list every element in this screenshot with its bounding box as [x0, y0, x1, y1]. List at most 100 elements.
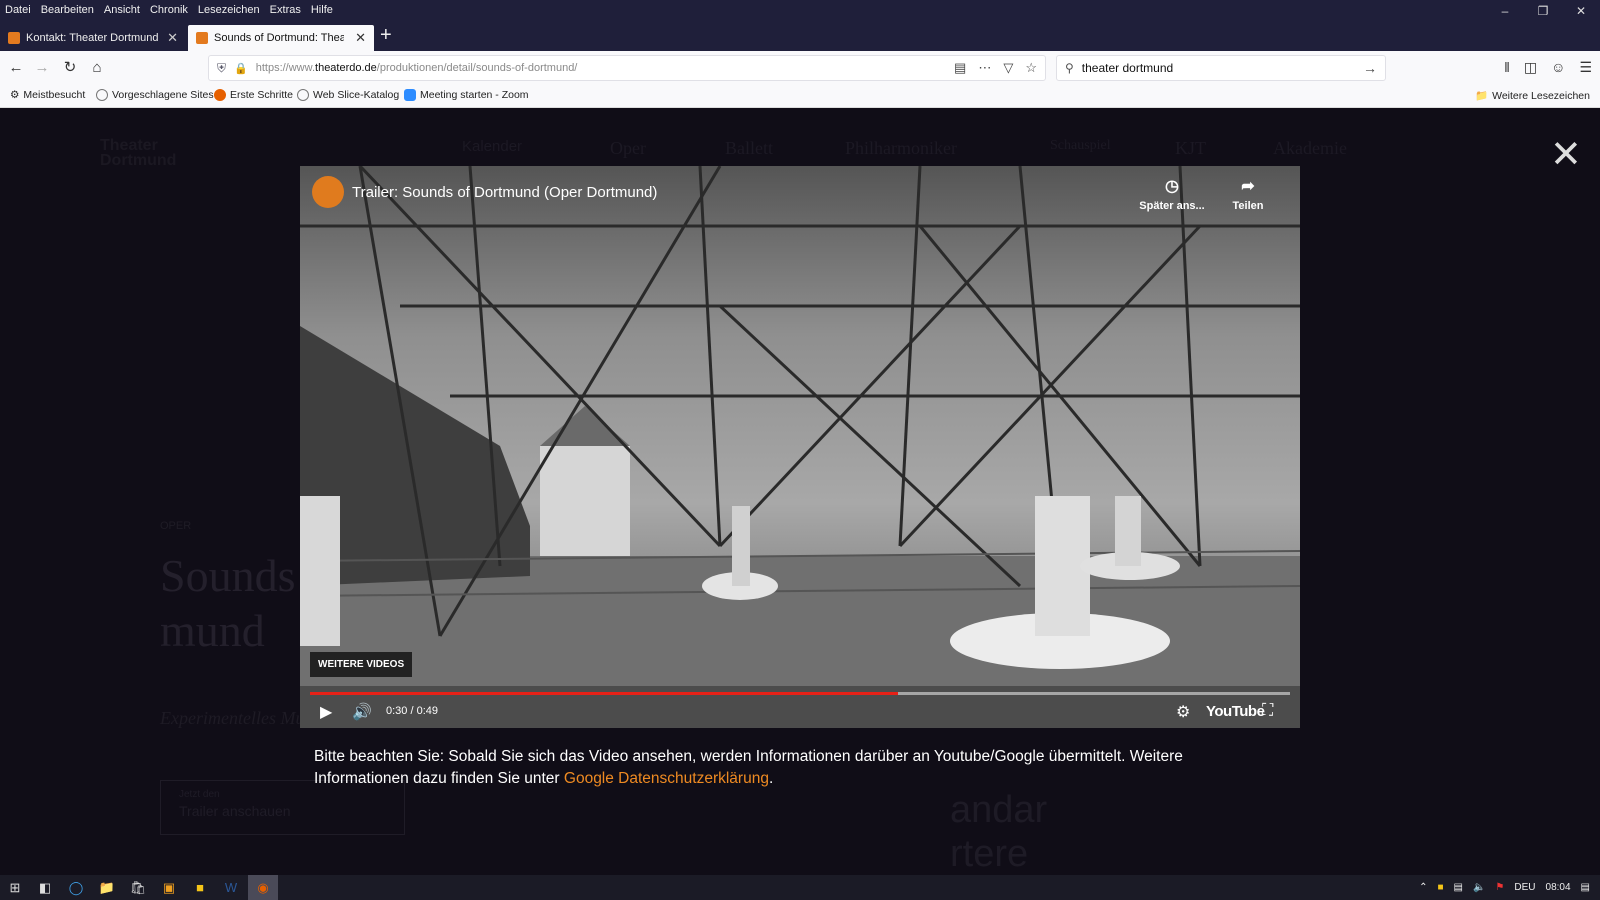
google-privacy-link[interactable]: Google Datenschutzerklärung: [564, 770, 769, 787]
nav-akademie[interactable]: Akademie: [1273, 138, 1347, 159]
tab-sounds-of-dortmund[interactable]: Sounds of Dortmund: Theater ✕: [188, 25, 374, 51]
taskbar: ⊞ ◧ ◯ 📁 🛍 ▣ ■ W ◉ ⌃ ■ ▤ 🔈 ⚑ DEU 08:04 ▤: [0, 875, 1600, 900]
bookmark-vorgeschlagene-sites[interactable]: Vorgeschlagene Sites: [96, 89, 214, 101]
nav-kjt[interactable]: KJT: [1175, 138, 1206, 159]
nav-oper[interactable]: Oper: [610, 138, 646, 159]
nav-kalender[interactable]: Kalender: [462, 138, 522, 155]
notification-icon[interactable]: ▤: [1581, 882, 1590, 893]
new-tab-icon[interactable]: +: [380, 24, 392, 47]
home-icon[interactable]: ⌂: [87, 58, 107, 78]
globe-icon: [96, 89, 108, 101]
speaker-icon[interactable]: 🔈: [1473, 882, 1485, 893]
task-view-icon[interactable]: ◧: [36, 879, 54, 897]
sidebar-icon[interactable]: ◫: [1524, 59, 1537, 76]
menu-lesezeichen[interactable]: Lesezeichen: [193, 0, 265, 20]
media-player-icon[interactable]: ▣: [160, 879, 178, 897]
video-title[interactable]: Trailer: Sounds of Dortmund (Oper Dortmu…: [352, 184, 657, 201]
close-window-icon[interactable]: ✕: [1562, 0, 1600, 22]
settings-gear-icon[interactable]: ⚙: [1176, 702, 1190, 722]
close-overlay-icon[interactable]: ✕: [1550, 132, 1582, 177]
youtube-logo[interactable]: YouTube: [1206, 703, 1265, 720]
restore-icon[interactable]: ❐: [1524, 0, 1562, 22]
menu-datei[interactable]: Datei: [0, 0, 36, 20]
channel-logo-icon[interactable]: [312, 176, 344, 208]
nav-schauspiel[interactable]: Schauspiel: [1050, 138, 1111, 154]
tray-flag-icon[interactable]: ⚑: [1495, 882, 1504, 893]
volume-icon[interactable]: 🔊: [352, 702, 372, 722]
fullscreen-icon[interactable]: ⛶: [1262, 702, 1273, 720]
search-icon: ⚲: [1065, 61, 1074, 75]
progress-bar[interactable]: [310, 692, 1290, 695]
pocket-icon[interactable]: ▽: [1003, 60, 1013, 76]
library-icon[interactable]: ‖: [1504, 59, 1510, 76]
bookmark-star-icon[interactable]: ☆: [1025, 60, 1037, 76]
tracking-shield-icon[interactable]: ⛨: [217, 61, 226, 76]
close-tab-icon[interactable]: ✕: [167, 30, 178, 46]
menu-bearbeiten[interactable]: Bearbeiten: [36, 0, 99, 20]
bookmark-zoom[interactable]: Meeting starten - Zoom: [404, 89, 529, 101]
theater-favicon-icon: [8, 32, 20, 44]
notes-app-icon[interactable]: ■: [191, 879, 209, 897]
language-indicator[interactable]: DEU: [1514, 882, 1535, 893]
search-bar[interactable]: ⚲ theater dortmund →: [1056, 55, 1386, 81]
tray-app-icon[interactable]: ■: [1437, 882, 1443, 893]
share-icon: ➦: [1241, 178, 1255, 195]
lock-icon[interactable]: 🔒: [234, 62, 248, 75]
nav-ballett[interactable]: Ballett: [725, 138, 773, 159]
clock[interactable]: 08:04: [1546, 882, 1571, 893]
nav-philharmoniker[interactable]: Philharmoniker: [845, 138, 957, 159]
url-bar[interactable]: ⛨ 🔒 https://www.theaterdo.de/produktione…: [208, 55, 1046, 81]
menu-bar: Datei Bearbeiten Ansicht Chronik Lesezei…: [0, 0, 1600, 20]
bookmark-weitere-lesezeichen[interactable]: 📁 Weitere Lesezeichen: [1475, 89, 1590, 103]
video-frame: [300, 166, 1300, 728]
file-explorer-icon[interactable]: 📁: [98, 879, 116, 897]
clock-icon: ◷: [1165, 178, 1179, 195]
search-go-icon[interactable]: →: [1363, 60, 1377, 76]
play-icon[interactable]: ▶: [320, 702, 332, 722]
window-controls: – ❐ ✕: [1486, 0, 1600, 22]
firefox-icon: [214, 89, 226, 101]
bookmark-web-slice-katalog[interactable]: Web Slice-Katalog: [297, 89, 399, 101]
menu-extras[interactable]: Extras: [265, 0, 306, 20]
progress-fill: [310, 692, 898, 695]
account-icon[interactable]: ☺: [1551, 59, 1565, 76]
edge-icon[interactable]: ◯: [67, 879, 85, 897]
bg-title: Sounds mund: [160, 550, 296, 656]
network-icon[interactable]: ▤: [1454, 882, 1463, 893]
word-icon[interactable]: W: [222, 879, 240, 897]
navigation-bar: ← → ↻ ⌂ ⛨ 🔒 https://www.theaterdo.de/pro…: [0, 51, 1600, 85]
menu-hilfe[interactable]: Hilfe: [306, 0, 338, 20]
folder-icon: 📁: [1475, 90, 1489, 102]
reader-view-icon[interactable]: ▤: [954, 60, 966, 76]
tray-up-arrow-icon[interactable]: ⌃: [1419, 882, 1427, 893]
time-display: 0:30 / 0:49: [386, 705, 438, 717]
hamburger-menu-icon[interactable]: ☰: [1579, 59, 1592, 76]
bookmark-erste-schritte[interactable]: Erste Schritte: [214, 89, 293, 101]
store-icon[interactable]: 🛍: [129, 879, 147, 897]
minimize-icon[interactable]: –: [1486, 0, 1524, 22]
tab-kontakt[interactable]: Kontakt: Theater Dortmund ✕: [0, 25, 186, 51]
menu-chronik[interactable]: Chronik: [145, 0, 193, 20]
tab-title: Sounds of Dortmund: Theater: [214, 32, 344, 44]
tab-title: Kontakt: Theater Dortmund: [26, 32, 159, 44]
back-icon[interactable]: ←: [6, 58, 26, 78]
share-button[interactable]: ➦ Teilen: [1213, 176, 1283, 212]
bookmarks-toolbar: ⚙ Meistbesucht Vorgeschlagene Sites Erste…: [0, 85, 1600, 108]
close-tab-icon[interactable]: ✕: [355, 30, 366, 46]
forward-icon[interactable]: →: [32, 58, 52, 78]
search-input[interactable]: theater dortmund: [1082, 61, 1173, 75]
watch-later-button[interactable]: ◷ Später ans...: [1137, 176, 1207, 212]
url-text: https://www.theaterdo.de/produktionen/de…: [255, 62, 578, 74]
video-player[interactable]: Trailer: Sounds of Dortmund (Oper Dortmu…: [300, 166, 1300, 728]
firefox-taskbar-icon[interactable]: ◉: [248, 875, 278, 900]
bookmark-meistbesucht[interactable]: ⚙ Meistbesucht: [10, 89, 85, 101]
menu-ansicht[interactable]: Ansicht: [99, 0, 145, 20]
privacy-notice: Bitte beachten Sie: Sobald Sie sich das …: [314, 748, 1183, 787]
theater-favicon-icon: [196, 32, 208, 44]
windows-start-icon[interactable]: ⊞: [6, 879, 24, 897]
gear-icon: ⚙: [10, 89, 20, 101]
more-videos-button[interactable]: WEITERE VIDEOS: [310, 652, 413, 677]
page-content: Theater Dortmund Kalender Oper Ballett Ph…: [0, 108, 1600, 875]
reload-icon[interactable]: ↻: [60, 58, 80, 78]
page-actions-icon[interactable]: ⋯: [978, 60, 991, 76]
